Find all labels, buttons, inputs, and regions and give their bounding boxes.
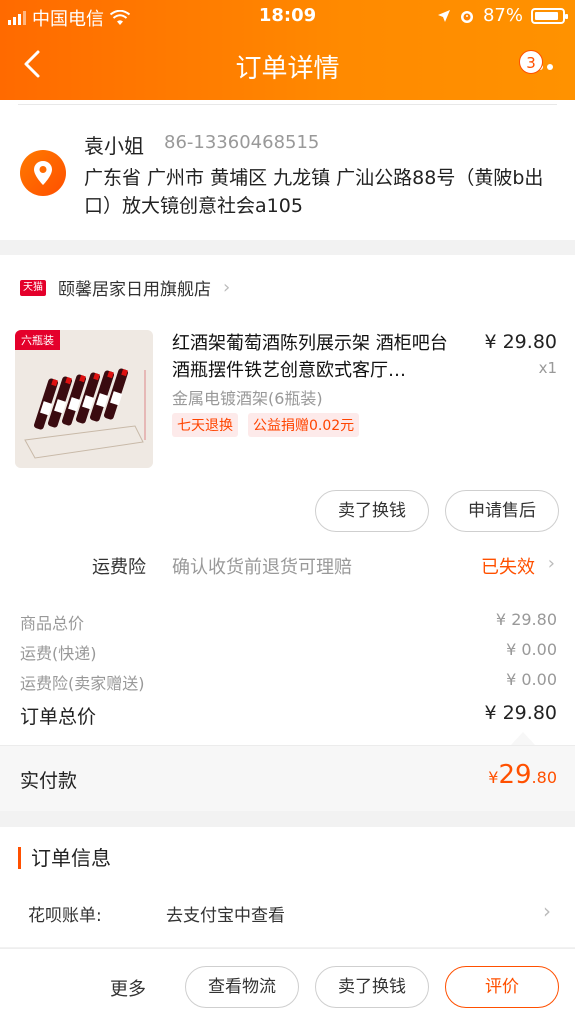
shipping-label: 运费(快递): [20, 644, 97, 663]
insurance-label: 运费险: [92, 557, 146, 578]
app-header: 中国电信 18:09 87% 订单详情 3: [0, 0, 575, 100]
page-title: 订单详情: [235, 54, 340, 84]
goods-total-label: 商品总价: [20, 614, 85, 633]
product-title[interactable]: 红酒架葡萄酒陈列展示架 酒柜吧台酒瓶摆件铁艺创意欧式客厅…: [172, 330, 462, 384]
address-card[interactable]: 袁小姐 86-13360468515 广东省 广州市 黄埔区 九龙镇 广汕公路8…: [0, 100, 575, 240]
amount-decimal: .80: [531, 768, 557, 787]
recipient-name: 袁小姐: [84, 134, 144, 158]
chevron-right-icon: ›: [547, 553, 555, 574]
sell-for-cash-button-bottom[interactable]: 卖了换钱: [315, 966, 429, 1008]
view-logistics-button[interactable]: 查看物流: [185, 966, 299, 1008]
insurance-fee-value: ¥ 0.00: [506, 670, 557, 689]
product-quantity: x1: [538, 359, 557, 377]
location-arrow-icon: [437, 9, 450, 22]
product-price: ¥ 29.80: [484, 331, 557, 353]
insurance-fee-row: 运费险(卖家赠送) ¥ 0.00: [20, 670, 557, 694]
tag-seven-day-return: 七天退换: [172, 413, 238, 437]
chevron-right-icon: ›: [223, 277, 231, 298]
product-tags: 七天退换 公益捐赠0.02元: [172, 413, 360, 437]
sell-for-cash-button[interactable]: 卖了换钱: [315, 490, 429, 532]
notification-badge: 3: [519, 50, 543, 74]
product-image-tag: 六瓶装: [15, 330, 60, 350]
battery-icon: [531, 7, 568, 24]
goods-total-row: 商品总价 ¥ 29.80: [20, 610, 557, 634]
shipping-row: 运费(快递) ¥ 0.00: [20, 640, 557, 664]
after-sale-button[interactable]: 申请售后: [445, 490, 559, 532]
tmall-badge-icon: 天猫: [20, 279, 46, 296]
amount-paid-label: 实付款: [20, 770, 78, 792]
alarm-icon: [460, 10, 473, 23]
caret-pointer: [511, 732, 535, 745]
more-menu-button[interactable]: 3: [517, 50, 557, 80]
battery-percent: 87%: [482, 5, 523, 26]
order-item-card: 天猫 颐馨居家日用旗舰店 › 六瓶装 红酒架葡萄酒陈列展示架 酒柜吧台酒瓶摆件铁…: [0, 255, 575, 580]
amount-paid-row: 实付款 ¥29.80: [0, 745, 575, 811]
wine-rack-illustration: [15, 330, 153, 468]
status-bar: 中国电信 18:09 87%: [0, 0, 575, 32]
price-summary: 商品总价 ¥ 29.80 运费(快递) ¥ 0.00 运费险(卖家赠送) ¥ 0…: [0, 580, 575, 748]
currency-symbol: ¥: [488, 768, 499, 787]
shop-name: 颐馨居家日用旗舰店: [58, 280, 211, 300]
chevron-right-icon[interactable]: ›: [543, 899, 551, 923]
nav-bar: 订单详情 3: [0, 36, 575, 96]
divider: [18, 104, 557, 105]
amount-integer: 29: [498, 760, 532, 790]
huabei-bill-link[interactable]: 去支付宝中查看: [166, 901, 285, 926]
insurance-fee-label: 运费险(卖家赠送): [20, 674, 145, 693]
order-total-value: ¥ 29.80: [484, 702, 557, 724]
insurance-desc: 确认收货前退货可理赔: [172, 557, 352, 578]
amount-paid-value: ¥29.80: [488, 760, 557, 790]
tag-charity: 公益捐赠0.02元: [248, 413, 360, 437]
order-info-title: 订单信息: [18, 847, 111, 869]
shop-link[interactable]: 天猫 颐馨居家日用旗舰店 ›: [20, 275, 230, 300]
order-total-row: 订单总价 ¥ 29.80: [20, 702, 557, 729]
order-info-card: 订单信息 花呗账单: 去支付宝中查看 ›: [0, 827, 575, 947]
recipient-address: 广东省 广州市 黄埔区 九龙镇 广汕公路88号（黄陂b出口）放大镜创意社会a10…: [84, 167, 544, 217]
location-pin-icon: [20, 150, 66, 196]
more-actions-link[interactable]: 更多: [110, 975, 146, 1001]
product-sku: 金属电镀酒架(6瓶装): [172, 389, 323, 408]
product-image[interactable]: 六瓶装: [15, 330, 153, 468]
recipient-phone: 86-13360468515: [164, 132, 320, 153]
goods-total-value: ¥ 29.80: [495, 610, 557, 629]
order-total-label: 订单总价: [20, 706, 97, 728]
huabei-bill-label: 花呗账单:: [28, 906, 102, 926]
review-button[interactable]: 评价: [445, 966, 559, 1008]
shipping-value: ¥ 0.00: [506, 640, 557, 659]
bottom-action-bar: 更多 查看物流 卖了换钱 评价: [0, 948, 575, 1024]
insurance-status: 已失效: [481, 557, 535, 578]
